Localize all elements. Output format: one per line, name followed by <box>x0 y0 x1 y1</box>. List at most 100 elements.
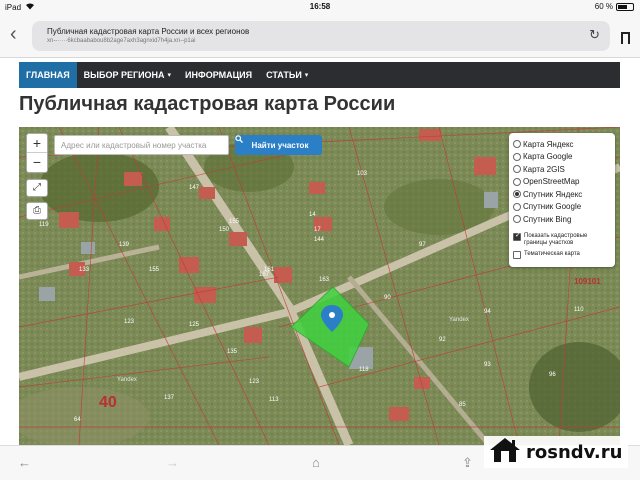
layer-option[interactable]: Карта Яндекс <box>513 138 611 151</box>
parcel-number: 64 <box>74 417 81 423</box>
layer-option[interactable]: OpenStreetMap <box>513 176 611 189</box>
radio-button[interactable] <box>513 215 521 224</box>
show-boundaries-option[interactable]: Показать кадастровые границы участков <box>513 232 611 247</box>
nav-region-label: ВЫБОР РЕГИОНА <box>83 70 165 80</box>
option-label: Показать кадастровые границы участков <box>524 232 588 246</box>
expand-icon: ⤢ <box>33 182 41 193</box>
parcel-number: 85 <box>459 402 466 408</box>
parcel-number: 97 <box>419 242 426 248</box>
watermark-text: rosndv.ru <box>526 441 623 463</box>
status-bar: iPad 16:58 60 % <box>0 0 640 14</box>
layer-panel: Карта Яндекс Карта Google Карта 2GIS Ope… <box>509 133 615 267</box>
zoom-control: + − <box>26 133 48 173</box>
nav-home-label: ГЛАВНАЯ <box>26 70 70 80</box>
parcel-number: 147 <box>189 185 200 191</box>
nav-info[interactable]: ИНФОРМАЦИЯ <box>178 62 259 88</box>
fullscreen-button[interactable]: ⤢ <box>26 179 48 197</box>
layer-label: Карта Google <box>523 152 573 162</box>
parcel-number: 139 <box>119 242 130 248</box>
address-page-title: Публичная кадастровая карта России и все… <box>47 27 250 36</box>
parcel-number: 110 <box>574 307 584 313</box>
radio-button-selected[interactable] <box>513 190 521 199</box>
zoom-out-button[interactable]: − <box>27 153 47 172</box>
address-url: xn--·····6kcbaababou8b2age7axh3agnxid7h4… <box>47 38 196 44</box>
layer-label: Спутник Яндекс <box>523 189 583 199</box>
radio-button[interactable] <box>513 165 521 174</box>
parcel-number: 119 <box>39 222 49 228</box>
parcel-number: 118 <box>359 367 369 373</box>
battery-icon <box>616 2 634 11</box>
layer-option[interactable]: Карта Google <box>513 151 611 164</box>
layer-option[interactable]: Спутник Google <box>513 201 611 214</box>
parcel-number: 135 <box>227 349 238 355</box>
option-label: Тематическая карта <box>524 250 580 257</box>
parcel-number: 17 <box>314 227 321 233</box>
cadastral-map[interactable]: 40 109101 Yandex Yandex 103 14 147 155 1… <box>19 127 620 445</box>
layer-label: Карта Яндекс <box>523 139 574 149</box>
radio-button[interactable] <box>513 140 521 149</box>
parcel-number: 150 <box>219 227 230 233</box>
checkbox-checked[interactable] <box>513 232 521 241</box>
parcel-number: 137 <box>164 395 175 401</box>
nav-articles[interactable]: СТАТЬИ ▾ <box>259 62 315 88</box>
map-yandex-label: Yandex <box>449 317 469 323</box>
share-icon[interactable]: ⇪ <box>462 455 473 471</box>
parcel-number: 123 <box>249 379 260 385</box>
status-right: 60 % <box>595 2 634 11</box>
battery-label: 60 % <box>594 2 613 11</box>
page-title: Публичная кадастровая карта России <box>19 93 396 115</box>
site-navbar: ГЛАВНАЯ ВЫБОР РЕГИОНА ▾ ИНФОРМАЦИЯ СТАТЬИ… <box>19 62 620 88</box>
layer-label: Спутник Bing <box>523 214 572 224</box>
radio-button[interactable] <box>513 177 521 186</box>
map-number-40: 40 <box>99 394 117 411</box>
back-chevron-icon[interactable]: ‹ <box>10 24 17 44</box>
parcel-number: 103 <box>357 171 368 177</box>
print-button[interactable]: ⎙ <box>26 202 48 220</box>
browser-bar: ‹ Публичная кадастровая карта России и в… <box>0 14 640 58</box>
parcel-number: 93 <box>484 362 491 368</box>
nav-region[interactable]: ВЫБОР РЕГИОНА ▾ <box>77 62 178 88</box>
cadastral-search-input[interactable]: Адрес или кадастровый номер участка <box>54 135 229 155</box>
parcel-number: 14 <box>309 212 316 218</box>
parcel-number: 125 <box>189 322 200 328</box>
parcel-number: 133 <box>79 267 90 273</box>
nav-articles-label: СТАТЬИ <box>266 70 302 80</box>
parcel-number: 92 <box>439 337 446 343</box>
nav-home[interactable]: ГЛАВНАЯ <box>19 62 77 88</box>
map-yandex-label: Yandex <box>117 377 137 383</box>
parcel-number: 113 <box>269 397 279 403</box>
parcel-number: 144 <box>314 237 325 243</box>
parcel-number: 161 <box>264 267 275 273</box>
address-bar[interactable]: Публичная кадастровая карта России и все… <box>32 21 610 51</box>
reload-icon[interactable]: ↻ <box>589 27 600 43</box>
back-arrow-icon[interactable]: ← <box>18 455 31 470</box>
layer-label: Карта 2GIS <box>523 164 565 174</box>
layer-option[interactable]: Спутник Bing <box>513 213 611 226</box>
print-icon: ⎙ <box>33 205 41 216</box>
search-parcel-button[interactable]: Найти участок <box>235 135 322 155</box>
radio-button[interactable] <box>513 152 521 161</box>
bookmark-icon[interactable] <box>621 32 630 48</box>
parcel-number: 90 <box>384 295 391 301</box>
chevron-down-icon: ▾ <box>167 72 172 79</box>
forward-arrow-icon[interactable]: → <box>166 455 179 470</box>
watermark: rosndv.ru <box>484 436 629 469</box>
status-time: 16:58 <box>309 2 331 11</box>
parcel-number: 163 <box>319 277 330 283</box>
layer-option[interactable]: Спутник Яндекс <box>513 188 611 201</box>
chevron-down-icon: ▾ <box>304 72 309 79</box>
layer-option[interactable]: Карта 2GIS <box>513 163 611 176</box>
parcel-number: 96 <box>549 372 556 378</box>
parcel-number: 123 <box>124 319 135 325</box>
map-quarter-code: 109101 <box>574 277 601 286</box>
radio-button[interactable] <box>513 202 521 211</box>
thematic-map-option[interactable]: Тематическая карта <box>513 250 611 259</box>
home-icon[interactable]: ⌂ <box>312 455 320 470</box>
parcel-number: 155 <box>229 219 240 225</box>
checkbox[interactable] <box>513 250 521 259</box>
layer-label: Спутник Google <box>523 202 582 212</box>
house-logo-icon <box>488 436 522 469</box>
screen: iPad 16:58 60 % ‹ Публичная кадастровая … <box>0 0 640 480</box>
layer-label: OpenStreetMap <box>523 177 580 187</box>
zoom-in-button[interactable]: + <box>27 134 47 153</box>
